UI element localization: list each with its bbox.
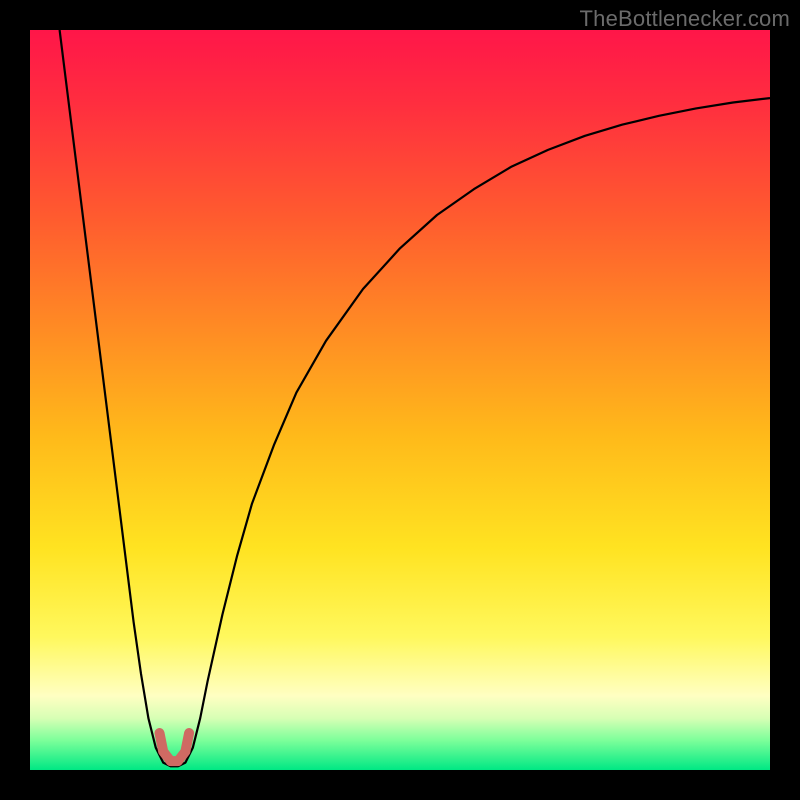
watermark-text: TheBottlenecker.com xyxy=(580,6,790,32)
chart-frame: TheBottlenecker.com xyxy=(0,0,800,800)
plot-area xyxy=(30,30,770,770)
chart-curve-layer xyxy=(30,30,770,770)
optimal-range-marker xyxy=(160,733,190,761)
bottleneck-curve xyxy=(60,30,770,766)
